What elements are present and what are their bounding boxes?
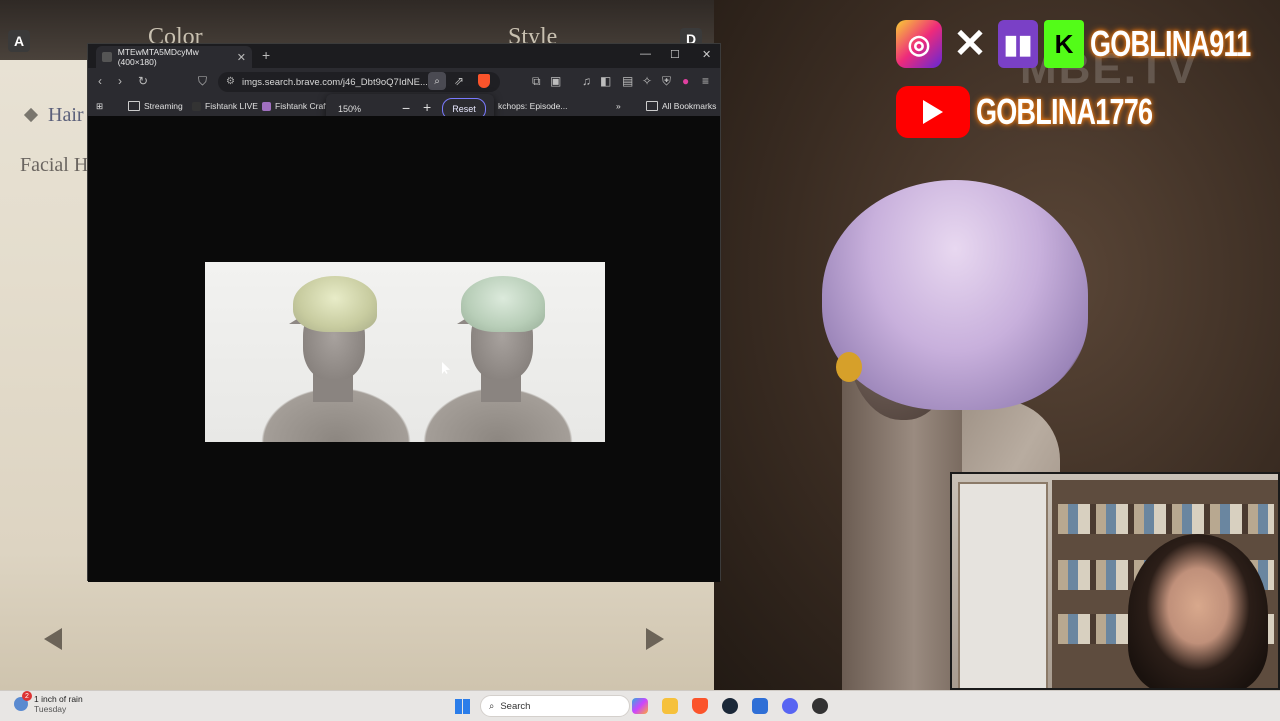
obs-icon[interactable] — [812, 698, 828, 714]
weather-condition: 1 inch of rain — [34, 694, 83, 704]
browser-toolbar: ‹ › ↻ ⛉ ⚙ imgs.search.brave.com/j46_Dbt9… — [88, 68, 720, 96]
selected-diamond-icon — [23, 107, 39, 123]
elf-figure-right — [413, 262, 583, 442]
page-viewport — [88, 116, 720, 582]
wallet-icon[interactable]: ▤ — [622, 74, 633, 88]
browser-window: MTEwMTA5MDcyMw (400×180) ✕ + — ☐ ✕ ‹ › ↻… — [87, 43, 721, 582]
extensions-icon[interactable]: ⧉ — [532, 74, 541, 89]
share-icon[interactable]: ⇗ — [454, 74, 464, 88]
url-text: imgs.search.brave.com/j46_Dbt9oQ7IdNE... — [242, 76, 428, 88]
minimize-icon[interactable]: — — [640, 48, 651, 60]
elf-hair-blond — [293, 276, 377, 332]
all-bookmarks-label: All Bookmarks — [662, 101, 717, 111]
folder-icon — [646, 101, 658, 111]
new-tab-icon[interactable]: + — [262, 47, 270, 63]
weather-widget[interactable]: 2 1 inch of rain Tuesday — [14, 691, 83, 714]
rewards-icon[interactable]: ● — [682, 74, 689, 88]
reload-icon[interactable]: ↻ — [138, 74, 148, 88]
bookmark-streaming[interactable]: Streaming — [128, 101, 183, 111]
elf-hairstyle-image — [205, 262, 605, 442]
social-handle-bottom: GOBLINA1776 — [976, 91, 1153, 132]
bookmark-kchops[interactable]: kchops: Episode... — [498, 101, 567, 111]
webcam-door — [958, 482, 1048, 688]
instagram-icon: ◎ — [896, 20, 942, 68]
youtube-icon — [896, 86, 970, 138]
tab-a-key[interactable]: A — [8, 30, 30, 52]
browser-titlebar: MTEwMTA5MDcyMw (400×180) ✕ + — ☐ ✕ — [88, 44, 720, 68]
apps-icon[interactable]: ⊞ — [96, 101, 103, 112]
bookmark-label: Fishtank Craft — [275, 101, 328, 111]
discord-icon[interactable] — [782, 698, 798, 714]
bookmark-fishtank-live[interactable]: Fishtank LIVE — [192, 101, 258, 111]
bookmark-icon[interactable]: ⛉ — [198, 74, 207, 89]
tab-title: MTEwMTA5MDcyMw (400×180) — [117, 47, 199, 67]
zoom-level: 150% — [338, 104, 362, 114]
streamer — [1128, 534, 1268, 688]
zoom-icon[interactable]: ⌕ — [428, 72, 446, 90]
craft-icon — [262, 101, 271, 111]
vpn-icon[interactable]: ⛨ — [662, 74, 671, 89]
next-arrow-icon[interactable] — [646, 628, 664, 650]
screenshot-icon[interactable]: ▣ — [550, 74, 561, 88]
tab-favicon-icon — [102, 52, 112, 62]
bookmark-label: kchops: Episode... — [498, 101, 568, 111]
browser-tab[interactable]: MTEwMTA5MDcyMw (400×180) ✕ — [96, 46, 252, 68]
file-explorer-icon[interactable] — [662, 698, 678, 714]
hair-option[interactable]: Hair — [48, 104, 84, 127]
social-row-bottom: GOBLINA1776 — [896, 86, 1211, 138]
close-window-icon[interactable]: ✕ — [702, 48, 711, 61]
social-row-top: ◎ ✕ ▮▮ K GOBLINA911 — [896, 20, 1280, 68]
character-hair — [822, 180, 1088, 410]
steam-icon[interactable] — [722, 698, 738, 714]
all-bookmarks-button[interactable]: All Bookmarks — [646, 101, 716, 111]
bookmark-fishtank-craft[interactable]: Fishtank Craft — [262, 101, 328, 111]
brave-browser-icon[interactable] — [692, 698, 708, 714]
bookmark-label: Streaming — [144, 101, 183, 111]
taskbar: 2 1 inch of rain Tuesday ⌕ Search — [0, 690, 1280, 721]
bookmark-label: Fishtank LIVE — [205, 101, 258, 111]
zoom-in-button[interactable]: + — [423, 99, 431, 115]
webcam-shelf-items — [1058, 504, 1274, 534]
social-handle-top: GOBLINA911 — [1090, 23, 1251, 64]
taskbar-search[interactable]: ⌕ Search — [480, 695, 630, 717]
notepad-icon[interactable] — [752, 698, 768, 714]
twitch-icon: ▮▮ — [998, 20, 1038, 68]
forward-icon[interactable]: › — [118, 74, 122, 88]
x-icon: ✕ — [953, 22, 987, 66]
brave-shields-icon[interactable] — [478, 74, 490, 88]
previous-arrow-icon[interactable] — [44, 628, 62, 650]
media-icon[interactable]: ♫ — [582, 74, 591, 88]
menu-icon[interactable]: ≡ — [702, 74, 709, 88]
facial-hair-option[interactable]: Facial H — [20, 154, 88, 177]
windows-start-icon[interactable] — [455, 699, 470, 714]
leo-icon[interactable]: ✧ — [642, 74, 652, 88]
bookmarks-overflow-button[interactable]: » — [616, 101, 621, 111]
back-icon[interactable]: ‹ — [98, 74, 102, 88]
elf-hair-silver — [461, 276, 545, 332]
sidebar-icon[interactable]: ◧ — [600, 74, 611, 88]
tab-close-icon[interactable]: ✕ — [237, 51, 246, 64]
weather-badge: 2 — [22, 691, 32, 701]
weather-day: Tuesday — [34, 704, 67, 714]
folder-icon — [128, 101, 140, 111]
copilot-icon[interactable] — [632, 698, 648, 714]
kick-icon: K — [1044, 20, 1084, 68]
rain-icon: 2 — [14, 691, 32, 711]
webcam-feed — [950, 472, 1280, 690]
zoom-out-button[interactable]: − — [402, 100, 410, 116]
site-info-icon[interactable]: ⚙ — [226, 76, 235, 87]
search-placeholder: Search — [500, 700, 531, 712]
fishtank-icon — [192, 101, 201, 111]
elf-figure-left — [251, 262, 421, 442]
character-mouth — [836, 352, 862, 382]
maximize-icon[interactable]: ☐ — [670, 48, 680, 61]
search-icon: ⌕ — [489, 700, 495, 712]
